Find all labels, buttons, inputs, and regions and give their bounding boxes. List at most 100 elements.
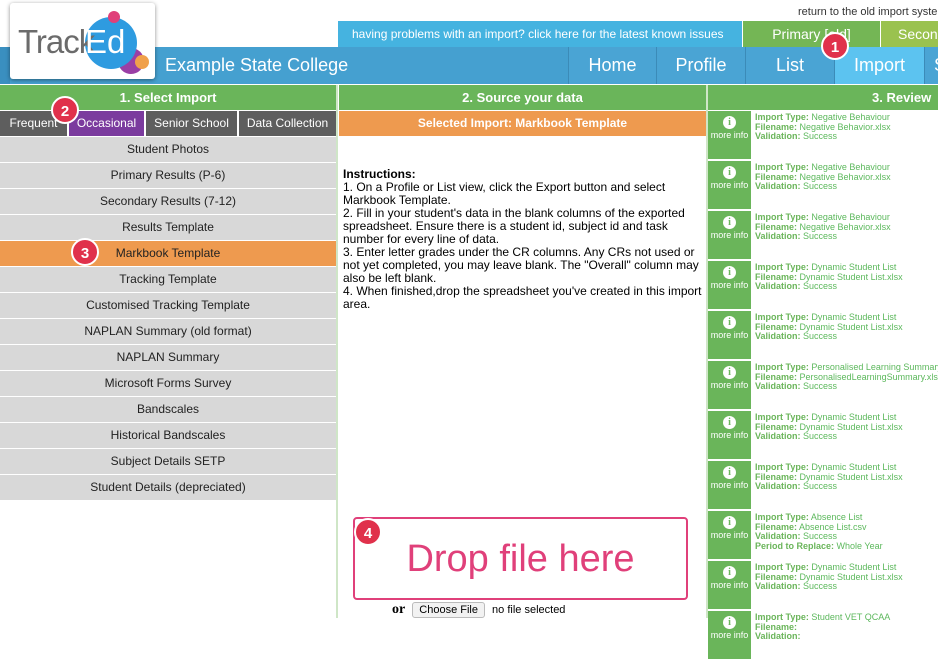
review-field-label: Validation: bbox=[755, 131, 801, 141]
review-field-label: Import Type: bbox=[755, 512, 809, 522]
logo-ed-text: Ed bbox=[85, 23, 126, 60]
more-info-button[interactable]: i more info bbox=[708, 461, 751, 509]
review-field-value: Success bbox=[803, 481, 838, 491]
more-info-button[interactable]: i more info bbox=[708, 361, 751, 409]
review-field-value: Negative Behavior.xlsx bbox=[799, 221, 891, 232]
more-info-label: more info bbox=[710, 430, 749, 440]
info-icon: i bbox=[723, 466, 736, 479]
review-item: i more info Import Type: Dynamic Student L… bbox=[708, 561, 938, 610]
nav-profile[interactable]: Profile bbox=[656, 47, 745, 84]
secondary-old-button[interactable]: Secondary [old] bbox=[881, 21, 938, 47]
review-field-value: Dynamic Student List.xlsx bbox=[799, 571, 903, 582]
review-field-label: Filename: bbox=[755, 571, 798, 582]
review-field-label: Period to Replace: bbox=[755, 540, 835, 551]
review-item: i more info Import Type: Negative Behaviou… bbox=[708, 211, 938, 260]
review-field-label: Filename: bbox=[755, 471, 798, 482]
review-field-validation: Validation: Success bbox=[755, 281, 903, 292]
nav-setup[interactable]: Setup bbox=[924, 47, 938, 84]
import-item-bandscales[interactable]: Bandscales bbox=[0, 397, 336, 422]
primary-old-button[interactable]: Primary [old] bbox=[743, 21, 880, 47]
import-item-naplan-old[interactable]: NAPLAN Summary (old format) bbox=[0, 319, 336, 344]
review-field-value: Negative Behavior.xlsx bbox=[799, 171, 891, 182]
file-drop-zone[interactable]: Drop file here bbox=[353, 517, 688, 600]
step-badge: 1 bbox=[821, 32, 849, 60]
review-field-label: Filename: bbox=[755, 221, 798, 232]
review-details: Import Type: Negative Behaviour Filename:… bbox=[755, 162, 891, 192]
review-field-value: Dynamic Student List bbox=[811, 462, 897, 472]
review-item: i more info Import Type: Dynamic Student L… bbox=[708, 311, 938, 360]
more-info-button[interactable]: i more info bbox=[708, 111, 751, 159]
review-field-value: Success bbox=[803, 131, 838, 141]
review-field-value: Negative Behavior.xlsx bbox=[799, 121, 891, 132]
review-field-label: Validation: bbox=[755, 281, 801, 291]
review-field-label: Import Type: bbox=[755, 562, 809, 572]
import-type-list: Student Photos Primary Results (P-6) Sec… bbox=[0, 137, 336, 501]
review-field-label: Filename: bbox=[755, 371, 798, 382]
more-info-label: more info bbox=[710, 180, 749, 190]
known-issues-banner[interactable]: having problems with an import? click he… bbox=[338, 21, 742, 47]
review-field-value: Whole Year bbox=[836, 540, 883, 551]
choose-file-button[interactable]: Choose File bbox=[412, 602, 485, 618]
review-field-value: Dynamic Student List.xlsx bbox=[799, 321, 903, 332]
trackEd-logo[interactable]: Track Ed bbox=[10, 3, 155, 79]
or-label: or bbox=[392, 602, 406, 617]
import-item-naplan-summary[interactable]: NAPLAN Summary bbox=[0, 345, 336, 370]
import-item-customised-tracking[interactable]: Customised Tracking Template bbox=[0, 293, 336, 318]
import-item-forms-survey[interactable]: Microsoft Forms Survey bbox=[0, 371, 336, 396]
tab-senior-school[interactable]: Senior School bbox=[146, 111, 238, 136]
nav-home[interactable]: Home bbox=[568, 47, 656, 84]
tab-data-collection[interactable]: Data Collection bbox=[239, 111, 336, 136]
step-badge: 2 bbox=[51, 96, 79, 124]
review-field-label: Filename: bbox=[755, 621, 798, 632]
review-details: Import Type: Personalised Learning Summa… bbox=[755, 362, 938, 392]
import-item-primary-results[interactable]: Primary Results (P-6) bbox=[0, 163, 336, 188]
import-item-markbook-template[interactable]: Markbook Template bbox=[0, 241, 336, 266]
review-field-label: Validation: bbox=[755, 181, 801, 191]
info-icon: i bbox=[723, 316, 736, 329]
review-details: Import Type: Absence List Filename: Absen… bbox=[755, 512, 883, 551]
review-field-validation: Validation: Success bbox=[755, 581, 903, 592]
nav-import[interactable]: Import bbox=[834, 47, 924, 84]
more-info-button[interactable]: i more info bbox=[708, 511, 751, 559]
more-info-label: more info bbox=[710, 630, 749, 640]
review-field-label: Filename: bbox=[755, 321, 798, 332]
review-details: Import Type: Dynamic Student List Filenam… bbox=[755, 562, 903, 592]
review-field-label: Validation: bbox=[755, 531, 801, 541]
import-item-tracking-template[interactable]: Tracking Template bbox=[0, 267, 336, 292]
instructions-block: Instructions: 1. On a Profile or List vi… bbox=[343, 168, 703, 311]
selected-import-bar: Selected Import: Markbook Template bbox=[339, 111, 706, 136]
import-item-student-details[interactable]: Student Details (depreciated) bbox=[0, 475, 336, 500]
review-field-value: Student VET QCAA bbox=[811, 612, 891, 622]
import-item-secondary-results[interactable]: Secondary Results (7-12) bbox=[0, 189, 336, 214]
column-divider bbox=[336, 85, 338, 618]
review-field-label: Import Type: bbox=[755, 212, 809, 222]
info-icon: i bbox=[723, 366, 736, 379]
more-info-button[interactable]: i more info bbox=[708, 261, 751, 309]
info-icon: i bbox=[723, 216, 736, 229]
more-info-button[interactable]: i more info bbox=[708, 411, 751, 459]
more-info-button[interactable]: i more info bbox=[708, 211, 751, 259]
more-info-button[interactable]: i more info bbox=[708, 311, 751, 359]
school-name: Example State College bbox=[165, 55, 349, 75]
review-field-validation: Validation: Success bbox=[755, 481, 903, 492]
review-field-label: Import Type: bbox=[755, 262, 809, 272]
import-item-historical-bandscales[interactable]: Historical Bandscales bbox=[0, 423, 336, 448]
import-item-results-template[interactable]: Results Template bbox=[0, 215, 336, 240]
panel-review-title: 3. Review bbox=[708, 85, 938, 110]
review-field-validation: Validation: Success bbox=[755, 231, 891, 242]
more-info-button[interactable]: i more info bbox=[708, 561, 751, 609]
more-info-button[interactable]: i more info bbox=[708, 161, 751, 209]
more-info-button[interactable]: i more info bbox=[708, 611, 751, 659]
review-field-label: Filename: bbox=[755, 521, 798, 532]
nav-list[interactable]: List bbox=[745, 47, 834, 84]
review-field-label: Validation: bbox=[755, 581, 801, 591]
review-field-value: Success bbox=[803, 231, 838, 241]
import-item-student-photos[interactable]: Student Photos bbox=[0, 137, 336, 162]
review-field-value: Absence List.csv bbox=[799, 521, 867, 532]
tab-occasional[interactable]: Occasional bbox=[69, 111, 145, 136]
return-old-import-link[interactable]: return to the old import system bbox=[798, 6, 938, 18]
import-item-subject-details[interactable]: Subject Details SETP bbox=[0, 449, 336, 474]
review-field-label: Filename: bbox=[755, 121, 798, 132]
review-item: i more info Import Type: Student VET QCAA F… bbox=[708, 611, 938, 660]
panel-source-data-title: 2. Source your data bbox=[339, 85, 706, 110]
